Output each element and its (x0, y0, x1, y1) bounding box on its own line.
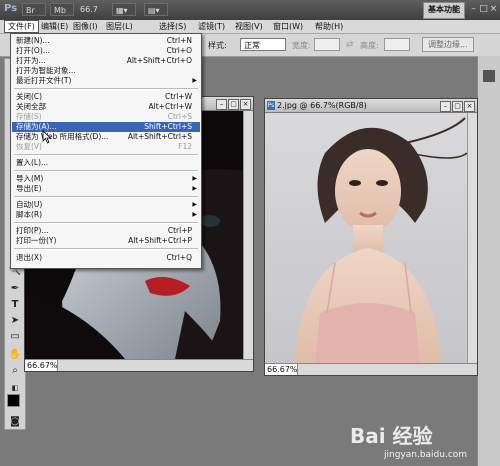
doc1-zoom-field[interactable]: 66.67% (25, 360, 58, 371)
document-2-canvas[interactable] (265, 113, 467, 363)
submenu-arrow-icon: ▶ (192, 185, 197, 192)
close-icon[interactable]: × (489, 2, 498, 16)
ps-document-icon: Ps (267, 101, 275, 110)
document-2-title: 2.jpg @ 66.7%(RGB/8) (277, 101, 367, 110)
menu-item-print[interactable]: 打印(P)... Ctrl+P (12, 226, 200, 236)
menu-item-open-smart-object[interactable]: 打开为智能对象... (12, 66, 200, 76)
submenu-arrow-icon: ▶ (192, 201, 197, 208)
arrange-documents-button[interactable]: ▤▾ (144, 3, 168, 16)
quick-mask-icon[interactable]: ◙ (7, 415, 23, 429)
menu-item-place[interactable]: 置入(L)... (12, 158, 200, 168)
menu-bar: 文件(F) 编辑(E) 图像(I) 图层(L) 选择(S) 滤镜(T) 视图(V… (0, 20, 500, 34)
doc2-vertical-scrollbar[interactable] (467, 113, 477, 363)
menu-item-export[interactable]: 导出(E) ▶ (12, 184, 200, 194)
doc1-maximize-icon[interactable]: ▢ (228, 99, 239, 110)
document-1-status-bar: 66.67% (25, 359, 253, 371)
title-bar: Ps Br Mb 66.7 ▦▾ ▤▾ 基本功能 – □ × (0, 0, 500, 21)
width-label: 宽度: (292, 41, 311, 50)
doc1-minimize-icon[interactable]: – (216, 99, 227, 110)
photoshop-logo: Ps (4, 3, 18, 14)
zoom-icon[interactable]: ⌕ (7, 364, 23, 378)
menu-item-print-one-copy[interactable]: 打印一份(Y) Alt+Shift+Ctrl+P (12, 236, 200, 246)
menu-item-open-as[interactable]: 打开为... Alt+Shift+Ctrl+O (12, 56, 200, 66)
menu-separator (14, 170, 198, 172)
panel-collapse-icon[interactable] (483, 70, 495, 82)
menu-file[interactable]: 文件(F) (4, 20, 39, 33)
workspace-button[interactable]: 基本功能 (423, 2, 465, 19)
minimize-icon[interactable]: – (469, 2, 478, 16)
menu-separator (14, 88, 198, 90)
menu-item-scripts[interactable]: 脚本(R) ▶ (12, 210, 200, 220)
menu-help[interactable]: 帮助(H) (312, 21, 346, 32)
submenu-arrow-icon: ▶ (192, 211, 197, 218)
submenu-arrow-icon: ▶ (192, 175, 197, 182)
menu-filter[interactable]: 滤镜(T) (195, 21, 228, 32)
menu-separator (14, 222, 198, 224)
height-label: 高度: (360, 41, 379, 50)
document-2-status-bar: 66.67% (265, 363, 477, 375)
bridge-button[interactable]: Br (22, 3, 46, 16)
submenu-arrow-icon: ▶ (192, 77, 197, 84)
menu-item-import[interactable]: 导入(M) ▶ (12, 174, 200, 184)
document-window-2: Ps 2.jpg @ 66.7%(RGB/8) – ▢ × 66.67% (264, 98, 478, 376)
doc2-maximize-icon[interactable]: ▢ (452, 101, 463, 112)
portrait-photo-image (265, 113, 467, 363)
file-menu-dropdown: 新建(N)... Ctrl+N 打开(O)... Ctrl+O 打开为... Alt+… (10, 33, 202, 269)
doc1-close-icon[interactable]: × (240, 99, 251, 110)
menu-item-save-for-web[interactable]: 存储为 Web 所用格式(D)... Alt+Shift+Ctrl+S (12, 132, 200, 142)
menu-image[interactable]: 图像(I) (70, 21, 101, 32)
default-colors-icon[interactable]: ◧ (7, 381, 23, 395)
doc2-close-icon[interactable]: × (464, 101, 475, 112)
foreground-color-swatch[interactable] (7, 394, 20, 407)
maximize-icon[interactable]: □ (479, 2, 488, 16)
minibridge-button[interactable]: Mb (50, 3, 74, 16)
view-extras-button[interactable]: ▦▾ (112, 3, 136, 16)
menu-select[interactable]: 选择(S) (156, 21, 189, 32)
menu-item-close[interactable]: 关闭(C) Ctrl+W (12, 92, 200, 102)
width-input[interactable] (314, 38, 340, 51)
zoom-level[interactable]: 66.7 (80, 5, 98, 14)
mouse-cursor-icon (42, 130, 52, 144)
doc2-minimize-icon[interactable]: – (440, 101, 451, 112)
menu-item-automate[interactable]: 自动(U) ▶ (12, 200, 200, 210)
menu-item-save-as[interactable]: 存储为(A)... Shift+Ctrl+S (12, 122, 200, 132)
height-input[interactable] (384, 38, 410, 51)
menu-item-exit[interactable]: 退出(X) Ctrl+Q (12, 253, 200, 263)
watermark-brand: Bai 经验 (350, 424, 433, 448)
menu-item-open[interactable]: 打开(O)... Ctrl+O (12, 46, 200, 56)
menu-item-recent-files[interactable]: 最近打开文件(T) ▶ (12, 76, 200, 86)
rectangle-tool-icon[interactable]: ▭ (7, 330, 23, 344)
type-tool-icon[interactable]: T (7, 298, 23, 312)
right-panel-dock (477, 56, 500, 466)
menu-window[interactable]: 窗口(W) (270, 21, 306, 32)
menu-item-save[interactable]: 存储(S) Ctrl+S (12, 112, 200, 122)
menu-edit[interactable]: 编辑(E) (38, 21, 71, 32)
pen-tool-icon[interactable]: ✒ (7, 282, 23, 296)
doc1-vertical-scrollbar[interactable] (243, 111, 253, 359)
menu-layer[interactable]: 图层(L) (103, 21, 136, 32)
style-select[interactable]: 正常 (240, 38, 286, 51)
menu-view[interactable]: 视图(V) (232, 21, 266, 32)
style-label: 样式: (208, 41, 227, 50)
swap-icon[interactable]: ⇄ (346, 40, 354, 50)
menu-item-new[interactable]: 新建(N)... Ctrl+N (12, 36, 200, 46)
hand-tool-icon[interactable]: ✋ (7, 348, 23, 362)
menu-item-close-all[interactable]: 关闭全部 Alt+Ctrl+W (12, 102, 200, 112)
menu-separator (14, 154, 198, 156)
menu-item-revert[interactable]: 恢复(V) F12 (12, 142, 200, 152)
refine-edge-button[interactable]: 调整边缘... (422, 37, 474, 52)
doc2-zoom-field[interactable]: 66.67% (265, 364, 298, 375)
menu-separator (14, 248, 198, 250)
path-selection-icon[interactable]: ➤ (7, 314, 23, 328)
document-2-title-bar[interactable]: Ps 2.jpg @ 66.7%(RGB/8) – ▢ × (265, 99, 477, 113)
menu-separator (14, 196, 198, 198)
baidu-watermark: Bai 经验 jingyan.baidu.com (350, 412, 480, 462)
watermark-site: jingyan.baidu.com (384, 450, 468, 460)
